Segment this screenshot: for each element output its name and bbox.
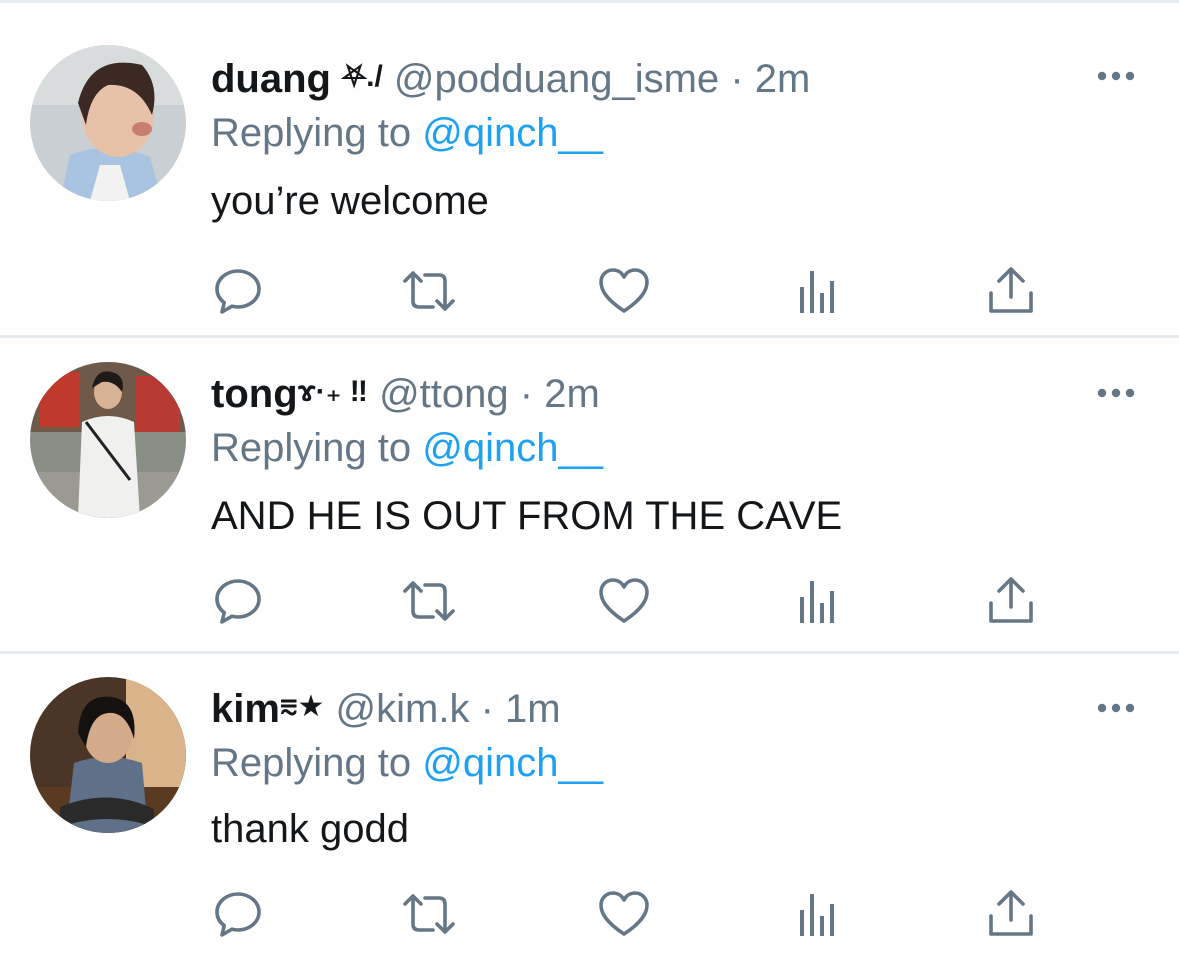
tweet-reply[interactable]: duang ⛧./ @podduang_isme · 2m Replying t… — [0, 3, 1179, 335]
reply-icon — [215, 892, 261, 937]
retweet-button[interactable] — [401, 573, 457, 629]
more-options-icon[interactable] — [1097, 386, 1135, 398]
reply-button[interactable] — [210, 573, 266, 629]
timestamp[interactable]: 2m — [544, 372, 600, 416]
replying-to-label: Replying to — [211, 111, 423, 155]
action-bar — [0, 886, 1179, 942]
retweet-icon — [403, 271, 455, 311]
replying-to: Replying to @qinch__ — [211, 109, 603, 157]
action-bar — [0, 263, 1179, 319]
like-icon — [599, 578, 649, 623]
tweet-text: thank godd — [211, 807, 409, 851]
mention-link[interactable]: @qinch__ — [422, 426, 603, 470]
share-button[interactable] — [983, 263, 1039, 319]
share-button[interactable] — [983, 573, 1039, 629]
reply-button[interactable] — [210, 263, 266, 319]
display-name[interactable]: tong — [211, 372, 298, 416]
retweet-button[interactable] — [401, 263, 457, 319]
name-decoration: ⩳★ — [279, 690, 325, 723]
mention-link[interactable]: @qinch__ — [422, 111, 603, 155]
replying-to: Replying to @qinch__ — [211, 739, 603, 787]
retweet-button[interactable] — [401, 886, 457, 942]
stats-button[interactable] — [790, 263, 846, 319]
tweet-header: tongɤ·₊ ‼ @ttong · 2m — [211, 370, 600, 422]
tweet-reply[interactable]: kim⩳★ @kim.k · 1m Replying to @qinch__ t… — [0, 654, 1179, 965]
tweet-text: AND HE IS OUT FROM THE CAVE — [211, 494, 843, 538]
user-handle[interactable]: @ttong — [379, 372, 509, 416]
replying-to-label: Replying to — [211, 426, 423, 470]
reply-button[interactable] — [210, 886, 266, 942]
avatar[interactable] — [30, 45, 186, 201]
retweet-icon — [403, 894, 455, 934]
avatar[interactable] — [30, 677, 186, 833]
share-button[interactable] — [983, 886, 1039, 942]
like-button[interactable] — [596, 573, 652, 629]
replying-to-label: Replying to — [211, 741, 423, 785]
tweet-text: you’re welcome — [211, 179, 489, 223]
user-handle[interactable]: @podduang_isme — [394, 57, 719, 101]
display-name[interactable]: kim — [211, 687, 280, 731]
timestamp[interactable]: 1m — [505, 687, 561, 731]
name-decoration: ɤ·₊ ‼ — [297, 375, 368, 408]
stats-icon — [800, 894, 834, 936]
like-icon — [599, 268, 649, 313]
display-name[interactable]: duang — [211, 57, 331, 101]
stats-button[interactable] — [790, 573, 846, 629]
more-options-icon[interactable] — [1097, 69, 1135, 81]
stats-icon — [800, 271, 834, 313]
timestamp[interactable]: 2m — [755, 57, 811, 101]
more-options-icon[interactable] — [1097, 701, 1135, 713]
action-bar — [0, 573, 1179, 629]
reply-icon — [215, 579, 261, 624]
mention-link[interactable]: @qinch__ — [422, 741, 603, 785]
stats-button[interactable] — [790, 886, 846, 942]
stats-icon — [800, 581, 834, 623]
like-button[interactable] — [596, 886, 652, 942]
user-handle[interactable]: @kim.k — [336, 687, 470, 731]
replying-to: Replying to @qinch__ — [211, 424, 603, 472]
retweet-icon — [403, 581, 455, 621]
tweet-header: kim⩳★ @kim.k · 1m — [211, 685, 561, 737]
name-decoration: ⛧./ — [342, 60, 383, 93]
share-icon — [989, 577, 1033, 623]
reply-icon — [215, 269, 261, 314]
separator-dot: · — [730, 57, 744, 101]
share-icon — [989, 267, 1033, 313]
avatar[interactable] — [30, 362, 186, 518]
like-button[interactable] — [596, 263, 652, 319]
separator-dot: · — [519, 372, 534, 416]
share-icon — [989, 890, 1033, 936]
separator-dot: · — [480, 687, 494, 731]
tweet-reply[interactable]: tongɤ·₊ ‼ @ttong · 2m Replying to @qinch… — [0, 338, 1179, 651]
tweet-header: duang ⛧./ @podduang_isme · 2m — [211, 55, 810, 107]
like-icon — [599, 891, 649, 936]
